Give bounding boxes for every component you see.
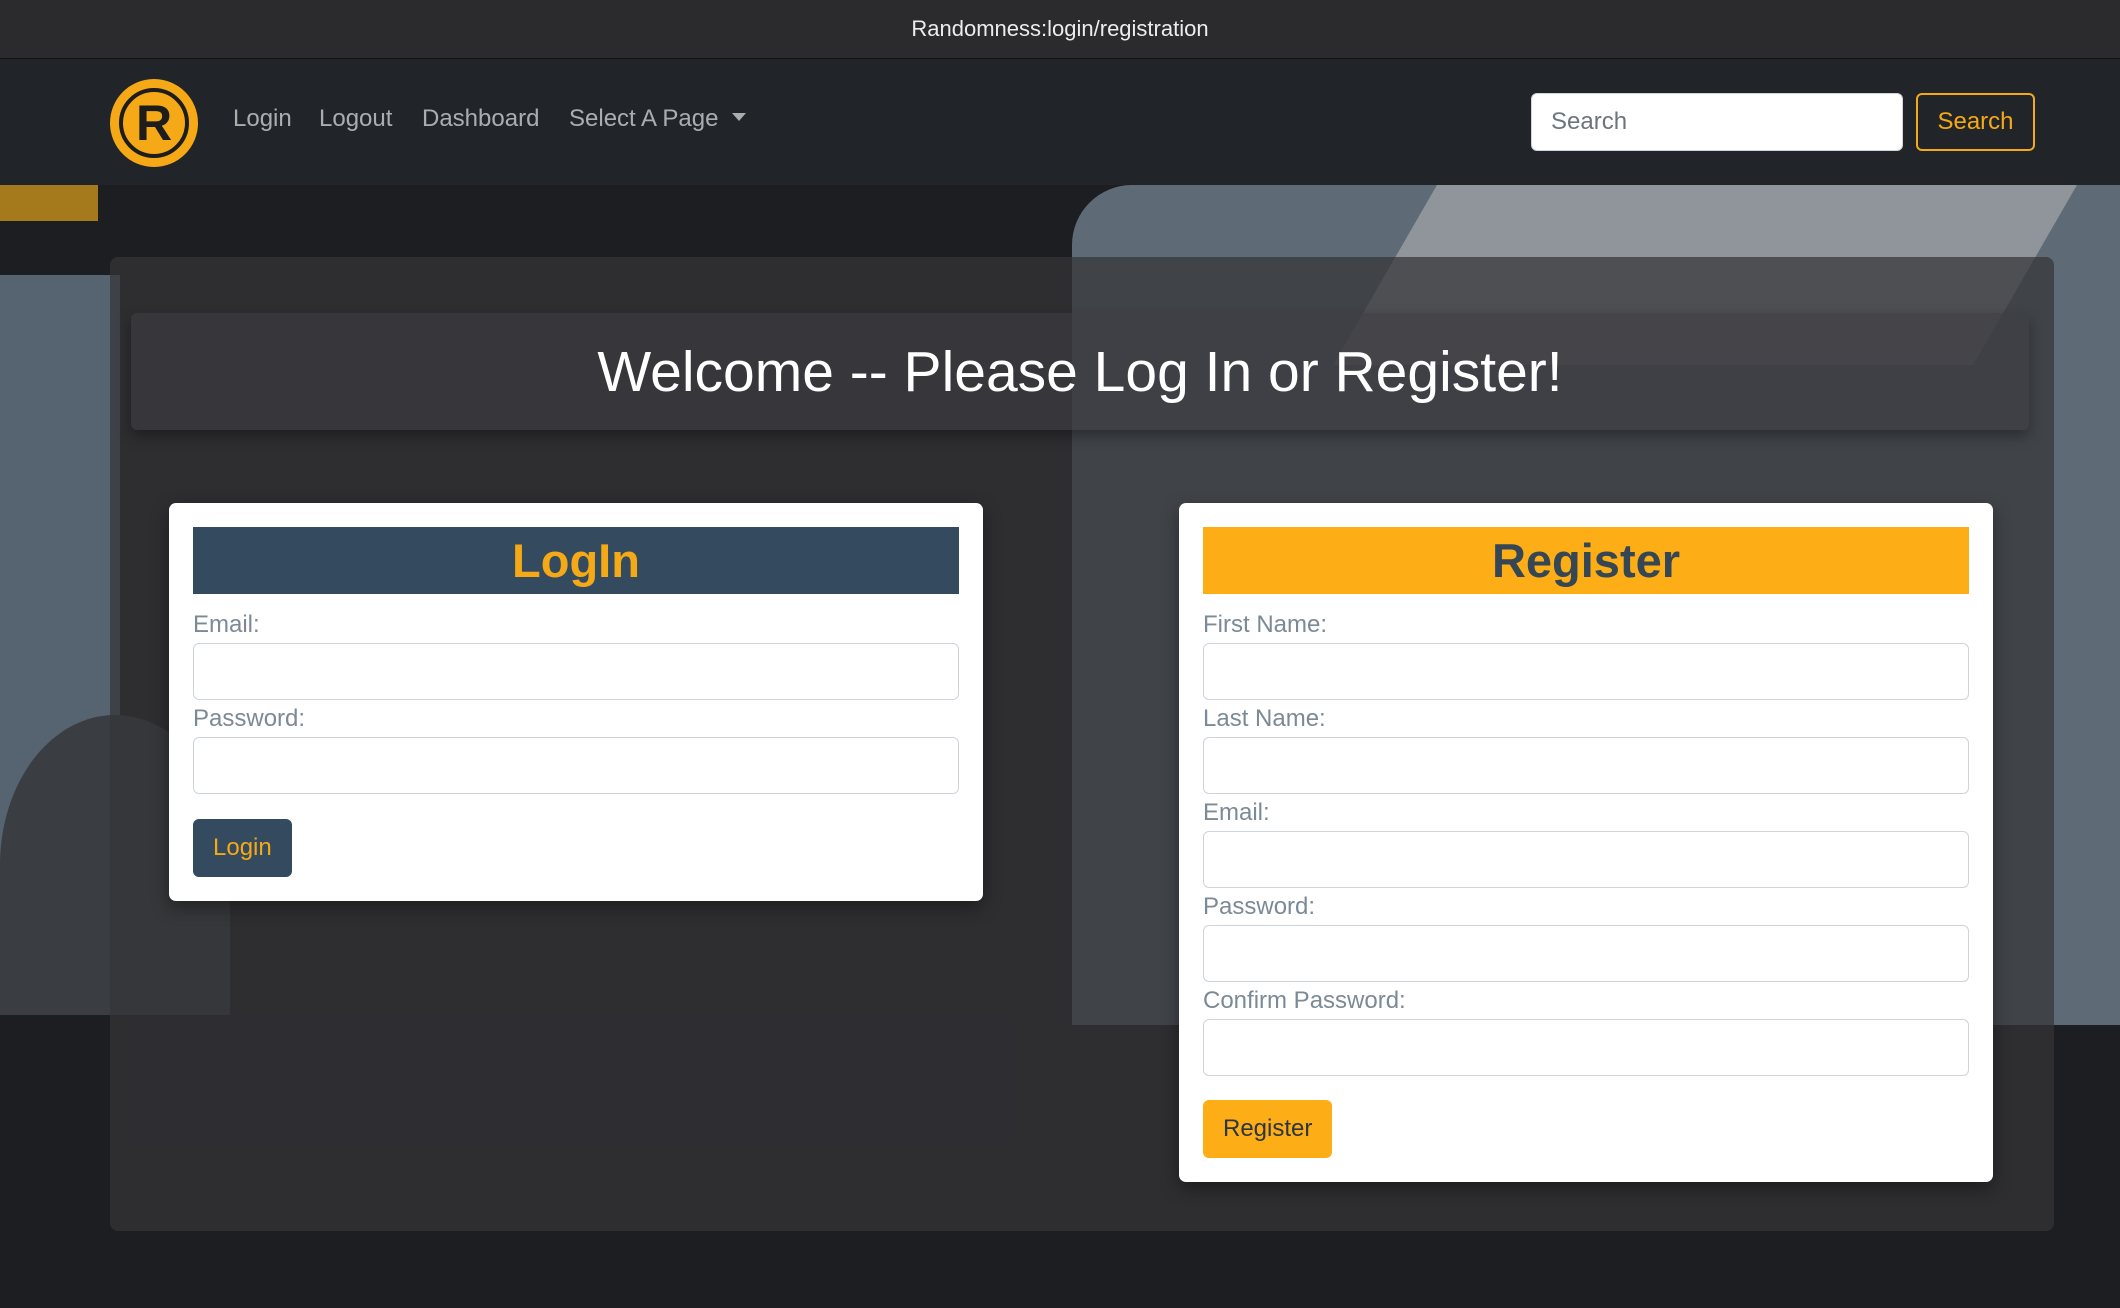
- login-email-field[interactable]: [193, 643, 959, 700]
- nav-link-logout[interactable]: Logout: [319, 105, 392, 133]
- bg-accent-strip: [0, 185, 98, 221]
- register-email-field[interactable]: [1203, 831, 1969, 888]
- last-name-label: Last Name:: [1203, 705, 1326, 732]
- nav-link-dashboard[interactable]: Dashboard: [422, 105, 539, 133]
- login-password-label: Password:: [193, 705, 306, 732]
- login-title: LogIn: [512, 534, 640, 587]
- login-email-label: Email:: [193, 611, 260, 638]
- register-card-header: Register: [1203, 527, 1969, 594]
- dropdown-label: Select A Page: [569, 105, 719, 132]
- register-password-field[interactable]: [1203, 925, 1969, 982]
- caret-down-icon: [732, 112, 747, 121]
- window-title: Randomness:login/registration: [911, 16, 1209, 41]
- register-password-label: Password:: [1203, 893, 1316, 920]
- first-name-label: First Name:: [1203, 611, 1328, 638]
- welcome-banner: Welcome -- Please Log In or Register!: [131, 313, 2029, 430]
- search-button[interactable]: Search: [1916, 93, 2035, 151]
- page-title: Welcome -- Please Log In or Register!: [597, 339, 1563, 404]
- register-email-label: Email:: [1203, 799, 1270, 826]
- confirm-password-field[interactable]: [1203, 1019, 1969, 1076]
- logo-letter: R: [119, 88, 189, 158]
- window-title-bar: Randomness:login/registration: [0, 0, 2120, 59]
- register-title: Register: [1491, 534, 1681, 587]
- first-name-field[interactable]: [1203, 643, 1969, 700]
- register-card: Register First Name: Last Name: Email: P…: [1179, 503, 1993, 1182]
- navbar: R Login Logout Dashboard Select A Page S…: [0, 59, 2120, 185]
- last-name-field[interactable]: [1203, 737, 1969, 794]
- register-button[interactable]: Register: [1203, 1100, 1333, 1158]
- login-card-header: LogIn: [193, 527, 959, 594]
- search-input[interactable]: [1531, 93, 1903, 151]
- brand-logo[interactable]: R: [110, 79, 198, 167]
- login-button[interactable]: Login: [193, 819, 292, 877]
- confirm-password-label: Confirm Password:: [1203, 987, 1406, 1014]
- login-card: LogIn Email: Password: Login: [169, 503, 983, 901]
- select-page-dropdown[interactable]: Select A Page: [569, 105, 747, 133]
- nav-link-login[interactable]: Login: [233, 105, 292, 133]
- login-password-field[interactable]: [193, 737, 959, 794]
